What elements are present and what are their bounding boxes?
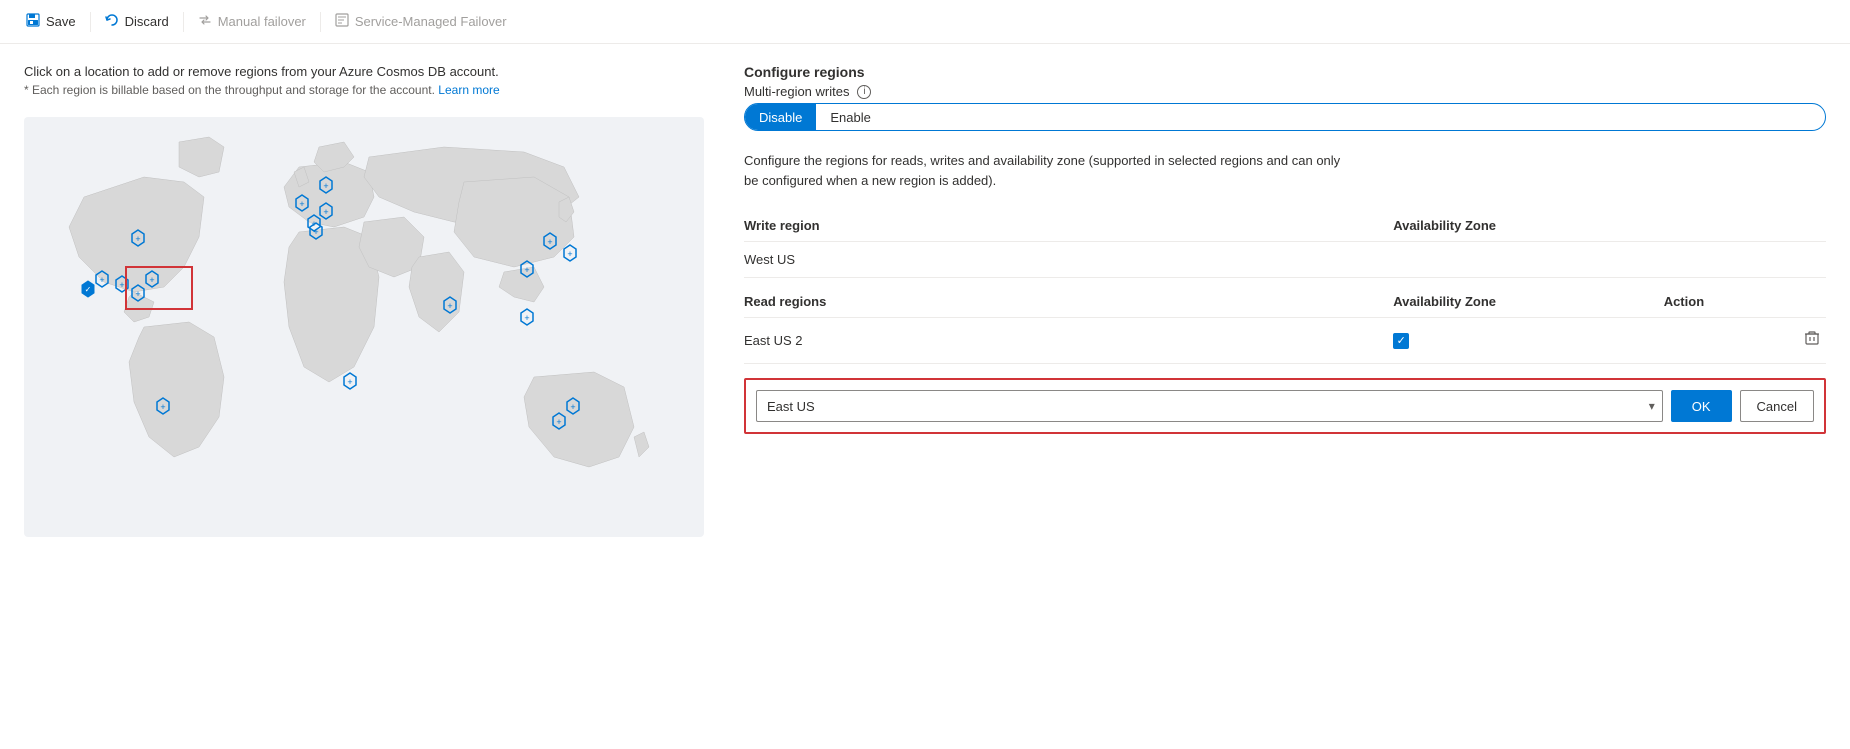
svg-text:+: + <box>447 301 452 311</box>
marker-japan[interactable]: + <box>564 245 576 261</box>
read-region-name: East US 2 <box>744 318 1393 364</box>
marker-uk[interactable]: + <box>296 195 308 211</box>
instruction-main: Click on a location to add or remove reg… <box>24 64 704 79</box>
discard-icon <box>105 13 119 30</box>
marker-canada[interactable]: + <box>132 230 144 246</box>
instructions: Click on a location to add or remove reg… <box>24 64 704 101</box>
toolbar: Save Discard Manual failover <box>0 0 1850 44</box>
new-region-selection-row: East US East US 2 West US West US 2 Nort… <box>744 378 1826 434</box>
write-region-row: West US <box>744 242 1826 278</box>
multi-region-writes-label: Multi-region writes <box>744 84 849 99</box>
config-description: Configure the regions for reads, writes … <box>744 151 1344 190</box>
write-region-action <box>1664 242 1826 278</box>
svg-text:+: + <box>135 234 140 244</box>
service-managed-failover-label: Service-Managed Failover <box>355 14 507 29</box>
az-checkbox[interactable]: ✓ <box>1393 333 1409 349</box>
svg-text:+: + <box>547 237 552 247</box>
marker-brazil[interactable]: + <box>157 398 169 414</box>
ok-button[interactable]: OK <box>1671 390 1732 422</box>
svg-text:+: + <box>135 289 140 299</box>
svg-text:+: + <box>556 417 561 427</box>
enable-toggle-button[interactable]: Enable <box>816 104 884 130</box>
multi-region-writes-row: Multi-region writes i <box>744 84 1826 99</box>
write-az-col-header: Availability Zone <box>1393 210 1664 242</box>
svg-text:+: + <box>570 402 575 412</box>
divider-3 <box>320 12 321 32</box>
svg-text:+: + <box>524 313 529 323</box>
main-layout: Click on a location to add or remove reg… <box>0 44 1850 749</box>
divider-1 <box>90 12 91 32</box>
svg-text:+: + <box>323 181 328 191</box>
svg-text:+: + <box>347 377 352 387</box>
map-container[interactable]: ✓ + + + <box>24 117 704 537</box>
manual-failover-button[interactable]: Manual failover <box>188 9 316 34</box>
marker-southeast-asia[interactable]: + <box>521 309 533 325</box>
marker-east-us[interactable]: + <box>146 271 158 287</box>
write-region-col-header: Write region <box>744 210 1393 242</box>
configure-regions-section: Configure regions Multi-region writes i … <box>744 64 1826 131</box>
svg-text:+: + <box>99 275 104 285</box>
svg-text:+: + <box>149 275 154 285</box>
multi-region-toggle: Disable Enable <box>744 103 1826 131</box>
read-regions-col-header: Read regions <box>744 286 1393 318</box>
manual-failover-label: Manual failover <box>218 14 306 29</box>
cancel-button[interactable]: Cancel <box>1740 390 1814 422</box>
manual-failover-icon <box>198 13 212 30</box>
regions-table: Write region Availability Zone West US <box>744 210 1826 278</box>
read-region-action <box>1664 318 1826 364</box>
svg-text:+: + <box>160 402 165 412</box>
disable-toggle-button[interactable]: Disable <box>745 104 816 130</box>
config-description-section: Configure the regions for reads, writes … <box>744 151 1826 190</box>
marker-north-europe[interactable]: + <box>320 203 332 219</box>
right-panel: Configure regions Multi-region writes i … <box>744 64 1826 729</box>
marker-india[interactable]: + <box>444 297 456 313</box>
discard-label: Discard <box>125 14 169 29</box>
marker-norway[interactable]: + <box>320 177 332 193</box>
service-managed-icon <box>335 13 349 30</box>
marker-south-africa[interactable]: + <box>344 373 356 389</box>
write-region-az <box>1393 242 1664 278</box>
marker-east-us-2[interactable]: + <box>132 285 144 301</box>
table-row: East US 2 ✓ <box>744 318 1826 364</box>
read-regions-table: Read regions Availability Zone Action Ea… <box>744 286 1826 364</box>
save-button[interactable]: Save <box>16 9 86 34</box>
read-az-col-header: Availability Zone <box>1393 286 1664 318</box>
marker-west-us-2[interactable]: + <box>96 271 108 287</box>
regions-table-section: Write region Availability Zone West US <box>744 202 1826 364</box>
marker-korea[interactable]: + <box>544 233 556 249</box>
read-action-col-header: Action <box>1664 286 1826 318</box>
world-map-svg <box>24 117 704 537</box>
configure-regions-title: Configure regions <box>744 64 1826 80</box>
marker-australia-se[interactable]: + <box>553 413 565 429</box>
learn-more-link[interactable]: Learn more <box>438 83 499 97</box>
marker-france[interactable]: + <box>310 223 322 239</box>
divider-2 <box>183 12 184 32</box>
svg-text:+: + <box>299 199 304 209</box>
instruction-note: * Each region is billable based on the t… <box>24 83 704 97</box>
svg-text:+: + <box>323 207 328 217</box>
svg-text:+: + <box>567 249 572 259</box>
save-icon <box>26 13 40 30</box>
write-region-value: West US <box>744 242 1393 278</box>
marker-central-us[interactable]: + <box>116 276 128 292</box>
read-region-az: ✓ <box>1393 318 1664 364</box>
write-region-header-row: Write region Availability Zone <box>744 210 1826 242</box>
marker-east-asia[interactable]: + <box>521 261 533 277</box>
delete-region-button[interactable] <box>1798 328 1826 353</box>
region-select[interactable]: East US East US 2 West US West US 2 Nort… <box>756 390 1663 422</box>
svg-text:+: + <box>119 280 124 290</box>
svg-text:+: + <box>524 265 529 275</box>
svg-text:✓: ✓ <box>85 285 92 294</box>
discard-button[interactable]: Discard <box>95 9 179 34</box>
marker-west-us[interactable]: ✓ <box>82 281 94 297</box>
region-select-wrapper: East US East US 2 West US West US 2 Nort… <box>756 390 1663 422</box>
service-managed-failover-button[interactable]: Service-Managed Failover <box>325 9 517 34</box>
write-action-col-header <box>1664 210 1826 242</box>
marker-australia[interactable]: + <box>567 398 579 414</box>
left-panel: Click on a location to add or remove reg… <box>24 64 704 729</box>
read-regions-header-row: Read regions Availability Zone Action <box>744 286 1826 318</box>
multi-region-info-icon[interactable]: i <box>857 85 871 99</box>
svg-text:+: + <box>313 227 318 237</box>
save-label: Save <box>46 14 76 29</box>
